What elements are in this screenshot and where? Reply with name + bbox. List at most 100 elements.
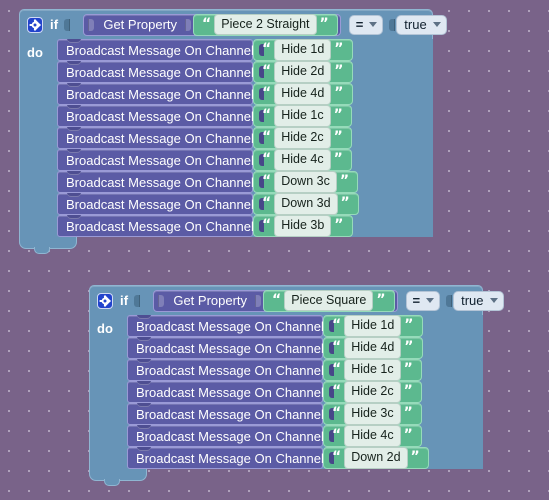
broadcast-message-block[interactable]: Broadcast Message On Channel xyxy=(57,193,264,215)
broadcast-message-block[interactable]: Broadcast Message On Channel xyxy=(127,315,334,337)
broadcast-message-block[interactable]: Broadcast Message On Channel xyxy=(57,83,264,105)
boolean-value: true xyxy=(461,293,484,308)
message-text-block[interactable]: “ Hide 4d ” xyxy=(323,337,423,359)
open-quote-glyph: “ xyxy=(262,41,272,57)
gear-icon[interactable] xyxy=(97,292,113,309)
message-field[interactable]: Hide 1d xyxy=(344,315,402,337)
broadcast-message-block[interactable]: Broadcast Message On Channel xyxy=(127,381,334,403)
message-field[interactable]: Hide 1c xyxy=(344,359,401,381)
property-name-text-block[interactable]: “ Piece Square ” xyxy=(263,289,395,312)
message-field[interactable]: Down 3d xyxy=(274,193,338,215)
close-quote-glyph: ” xyxy=(333,107,343,123)
broadcast-message-block[interactable]: Broadcast Message On Channel xyxy=(57,39,264,61)
property-name-field[interactable]: Piece Square xyxy=(284,289,374,312)
statement-row[interactable]: Broadcast Message On Channel “ Hide 2d ” xyxy=(57,61,359,83)
boolean-value-dropdown[interactable]: true xyxy=(396,14,447,35)
statement-row[interactable]: Broadcast Message On Channel “ Hide 3b ” xyxy=(57,215,359,237)
comparison-operator-value: = xyxy=(412,293,421,308)
blockly-workspace[interactable]: if Get Property “ Piece 2 Straight ” = t… xyxy=(0,0,549,500)
if-block-1-condition[interactable]: Get Property “ Piece 2 Straight ” = true xyxy=(83,13,447,36)
statement-row[interactable]: Broadcast Message On Channel “ Hide 4c ” xyxy=(127,425,429,447)
get-property-block[interactable]: Get Property “ Piece Square ” xyxy=(153,289,398,312)
statement-row[interactable]: Broadcast Message On Channel “ Hide 1c ” xyxy=(57,105,359,127)
message-text-block[interactable]: “ Down 3c ” xyxy=(253,171,359,193)
message-text-block[interactable]: “ Hide 4d ” xyxy=(253,83,353,105)
statement-row[interactable]: Broadcast Message On Channel “ Down 3d ” xyxy=(57,193,359,215)
broadcast-message-block[interactable]: Broadcast Message On Channel xyxy=(127,425,334,447)
message-field[interactable]: Down 2d xyxy=(344,447,408,469)
open-quote-glyph: “ xyxy=(262,107,272,123)
message-field[interactable]: Hide 4d xyxy=(274,83,332,105)
message-text-block[interactable]: “ Hide 3c ” xyxy=(323,403,422,425)
message-field[interactable]: Hide 2d xyxy=(274,61,332,83)
message-field[interactable]: Hide 2c xyxy=(274,127,331,149)
get-property-plug xyxy=(88,18,95,32)
if-block-1[interactable]: if Get Property “ Piece 2 Straight ” = t… xyxy=(19,9,447,254)
close-quote-glyph: ” xyxy=(334,41,344,57)
message-text-block[interactable]: “ Hide 3b ” xyxy=(253,215,353,237)
if-block-2[interactable]: if Get Property “ Piece Square ” = true … xyxy=(89,285,504,486)
message-field[interactable]: Hide 1d xyxy=(274,39,332,61)
comparison-operator-dropdown[interactable]: = xyxy=(405,290,441,311)
message-text-block[interactable]: “ Hide 1d ” xyxy=(323,315,423,337)
message-field[interactable]: Hide 2c xyxy=(344,381,401,403)
message-field[interactable]: Hide 4d xyxy=(344,337,402,359)
if-block-1-header[interactable]: if Get Property “ Piece 2 Straight ” = t… xyxy=(19,9,447,39)
message-field[interactable]: Hide 3b xyxy=(274,215,332,237)
broadcast-message-block[interactable]: Broadcast Message On Channel xyxy=(127,359,334,381)
message-text-block[interactable]: “ Hide 1c ” xyxy=(323,359,422,381)
if-block-2-condition[interactable]: Get Property “ Piece Square ” = true xyxy=(153,289,504,312)
message-field[interactable]: Hide 3c xyxy=(344,403,401,425)
close-quote-glyph: ” xyxy=(404,317,414,333)
statement-row[interactable]: Broadcast Message On Channel “ Hide 3c ” xyxy=(127,403,429,425)
chevron-down-icon xyxy=(432,22,441,27)
message-field[interactable]: Hide 1c xyxy=(274,105,331,127)
message-text-block[interactable]: “ Hide 2c ” xyxy=(253,127,352,149)
message-text-block[interactable]: “ Hide 1d ” xyxy=(253,39,353,61)
boolean-value-dropdown[interactable]: true xyxy=(453,290,504,311)
broadcast-message-block[interactable]: Broadcast Message On Channel xyxy=(57,105,264,127)
statement-row[interactable]: Broadcast Message On Channel “ Hide 4d ” xyxy=(57,83,359,105)
broadcast-message-block[interactable]: Broadcast Message On Channel xyxy=(57,171,264,193)
message-text-block[interactable]: “ Hide 2d ” xyxy=(253,61,353,83)
property-name-text-block[interactable]: “ Piece 2 Straight ” xyxy=(193,13,338,36)
broadcast-message-block[interactable]: Broadcast Message On Channel xyxy=(127,337,334,359)
get-property-block[interactable]: Get Property “ Piece 2 Straight ” xyxy=(83,13,341,36)
broadcast-message-block[interactable]: Broadcast Message On Channel xyxy=(57,215,264,237)
open-quote-glyph: “ xyxy=(262,217,272,233)
statement-row[interactable]: Broadcast Message On Channel “ Hide 1c ” xyxy=(127,359,429,381)
broadcast-message-block[interactable]: Broadcast Message On Channel xyxy=(57,149,264,171)
message-text-block[interactable]: “ Down 3d ” xyxy=(253,193,359,215)
get-property-plug xyxy=(158,294,165,308)
statement-row[interactable]: Broadcast Message On Channel “ Hide 4d ” xyxy=(127,337,429,359)
if-block-1-statement-stack: Broadcast Message On Channel “ Hide 1d ”… xyxy=(57,39,359,237)
broadcast-message-block[interactable]: Broadcast Message On Channel xyxy=(127,403,334,425)
broadcast-message-block[interactable]: Broadcast Message On Channel xyxy=(57,127,264,149)
broadcast-message-block[interactable]: Broadcast Message On Channel xyxy=(127,447,334,469)
gear-icon[interactable] xyxy=(27,16,43,33)
statement-row[interactable]: Broadcast Message On Channel “ Hide 1d ” xyxy=(127,315,429,337)
statement-row[interactable]: Broadcast Message On Channel “ Hide 2c ” xyxy=(127,381,429,403)
statement-row[interactable]: Broadcast Message On Channel “ Hide 1d ” xyxy=(57,39,359,61)
get-property-value-socket xyxy=(255,294,262,308)
message-text-block[interactable]: “ Down 2d ” xyxy=(323,447,429,469)
broadcast-label: Broadcast Message On Channel xyxy=(136,340,324,356)
statement-row[interactable]: Broadcast Message On Channel “ Hide 4c ” xyxy=(57,149,359,171)
statement-row[interactable]: Broadcast Message On Channel “ Down 2d ” xyxy=(127,447,429,469)
open-quote-glyph: “ xyxy=(262,63,272,79)
open-quote-glyph: “ xyxy=(332,361,342,377)
statement-row[interactable]: Broadcast Message On Channel “ Hide 2c ” xyxy=(57,127,359,149)
if-block-2-header[interactable]: if Get Property “ Piece Square ” = true xyxy=(89,285,504,315)
message-field[interactable]: Hide 4c xyxy=(274,149,331,171)
message-field[interactable]: Hide 4c xyxy=(344,425,401,447)
broadcast-label: Broadcast Message On Channel xyxy=(136,406,324,422)
message-text-block[interactable]: “ Hide 4c ” xyxy=(253,149,352,171)
message-text-block[interactable]: “ Hide 2c ” xyxy=(323,381,422,403)
statement-row[interactable]: Broadcast Message On Channel “ Down 3c ” xyxy=(57,171,359,193)
property-name-field[interactable]: Piece 2 Straight xyxy=(214,13,317,36)
message-text-block[interactable]: “ Hide 1c ” xyxy=(253,105,352,127)
comparison-operator-dropdown[interactable]: = xyxy=(348,14,384,35)
message-field[interactable]: Down 3c xyxy=(274,171,337,193)
broadcast-message-block[interactable]: Broadcast Message On Channel xyxy=(57,61,264,83)
message-text-block[interactable]: “ Hide 4c ” xyxy=(323,425,422,447)
